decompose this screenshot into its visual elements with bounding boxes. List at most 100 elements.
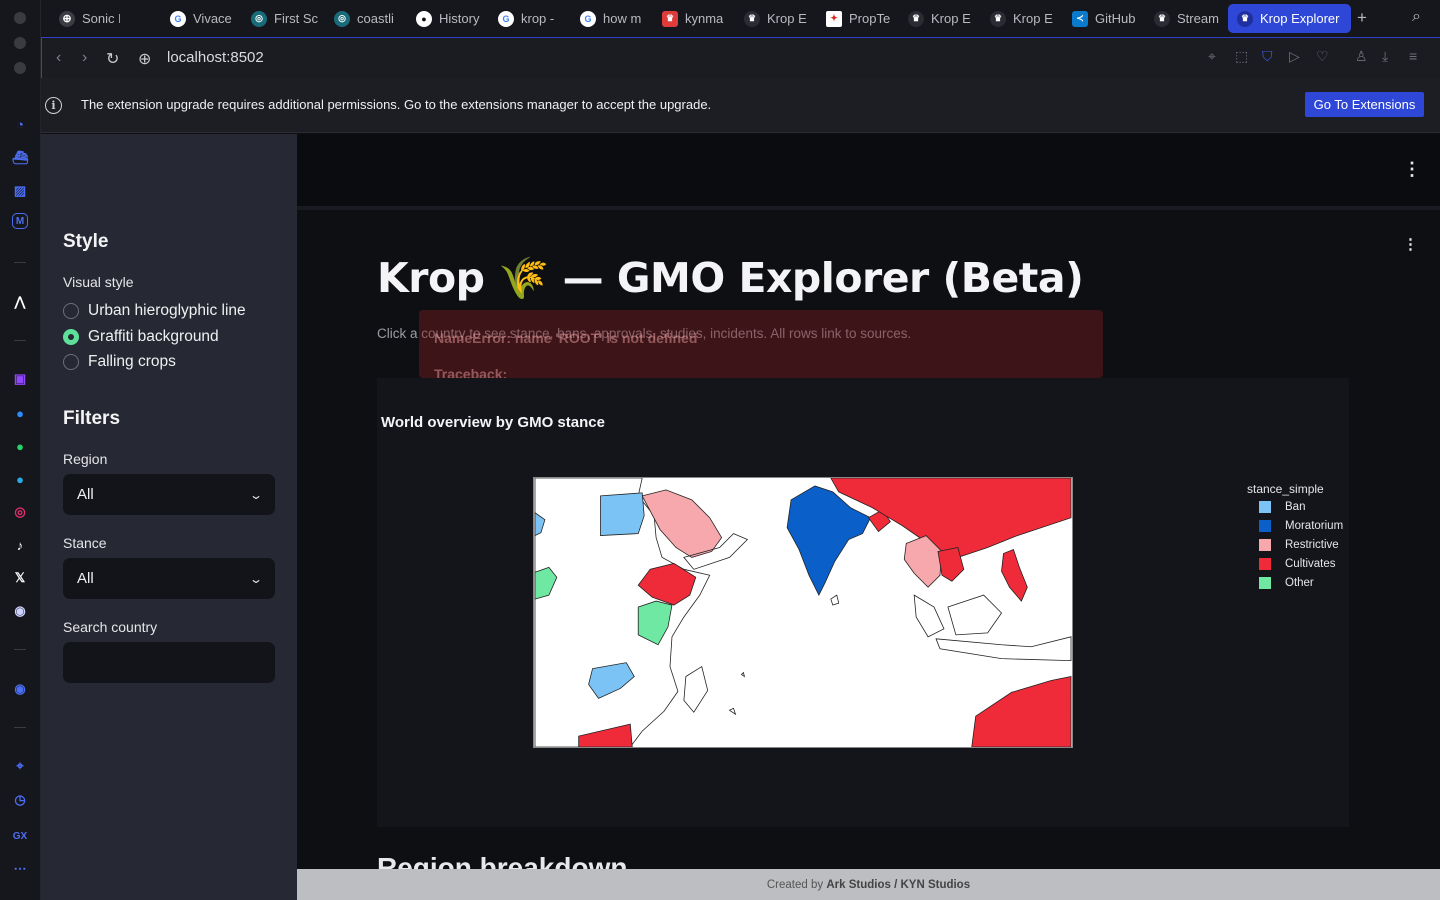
- radio-urban-hieroglyphic-line[interactable]: Urban hieroglyphic line: [63, 302, 246, 320]
- tab[interactable]: ◎ First Sc: [246, 4, 320, 33]
- download-icon[interactable]: ⤓: [1382, 48, 1388, 65]
- filters-heading: Filters: [63, 408, 121, 429]
- tab[interactable]: ♛ Stream: [1149, 4, 1220, 33]
- heart-icon[interactable]: ♡: [1316, 48, 1329, 65]
- search-country-input[interactable]: [63, 642, 275, 683]
- tab[interactable]: ⊕Sonic F: [54, 4, 120, 33]
- crown-icon: ♛: [1154, 10, 1170, 27]
- window-zoom-dot[interactable]: [14, 62, 26, 74]
- page-title: Krop 🌾 — GMO Explorer (Beta): [377, 254, 1084, 302]
- twitch-icon[interactable]: ▣: [9, 368, 31, 390]
- tab[interactable]: Gkrop -: [493, 4, 562, 33]
- window-minimize-dot[interactable]: [14, 37, 26, 49]
- window-icon[interactable]: ▨: [9, 180, 31, 202]
- legend-item-restrictive[interactable]: Restrictive: [1259, 539, 1339, 551]
- forward-icon[interactable]: ›: [82, 49, 87, 67]
- legend-item-moratorium[interactable]: Moratorium: [1259, 520, 1343, 532]
- tab[interactable]: ♛ kynma: [657, 4, 727, 33]
- tab[interactable]: ◎ coastli: [329, 4, 402, 33]
- app-header: ⋮: [297, 134, 1440, 210]
- discord-icon[interactable]: ◉: [9, 600, 31, 622]
- legend-swatch: [1259, 577, 1271, 589]
- instagram-icon[interactable]: ◎: [9, 501, 31, 523]
- visual-style-label: Visual style: [63, 274, 134, 290]
- tab[interactable]: G Vivace: [165, 4, 241, 33]
- tab[interactable]: ♛ Krop E: [985, 4, 1056, 33]
- country-ban-egypt[interactable]: [600, 492, 645, 536]
- radio-graffiti-background[interactable]: Graffiti background: [63, 328, 219, 346]
- legend-title: stance_simple: [1247, 482, 1324, 496]
- legend-swatch: [1259, 520, 1271, 532]
- gx-icon[interactable]: GX: [9, 825, 31, 847]
- profile-icon[interactable]: ♙: [1355, 48, 1368, 65]
- send-icon[interactable]: ▷: [1289, 48, 1300, 65]
- element-menu-icon[interactable]: ⋮: [1403, 237, 1418, 252]
- crown-icon: ♛: [908, 10, 924, 27]
- go-to-extensions-button[interactable]: Go To Extensions: [1305, 92, 1424, 117]
- region-select[interactable]: All ⌄: [63, 474, 275, 515]
- main-menu-icon[interactable]: ⋮: [1403, 160, 1421, 178]
- footer-credit: Ark Studios / KYN Studios: [826, 878, 971, 891]
- main-content: ⋮ ⋮ Krop 🌾 — GMO Explorer (Beta) Click a…: [297, 134, 1440, 900]
- window-close-dot[interactable]: [14, 12, 26, 24]
- crown-icon: ♛: [1237, 10, 1253, 27]
- snapshot-icon[interactable]: ⬚: [1235, 48, 1248, 65]
- radio-circle-selected[interactable]: [63, 329, 79, 345]
- bookmark-pin-icon[interactable]: ⌖: [1208, 48, 1216, 65]
- messenger-icon[interactable]: ●: [9, 402, 31, 424]
- pin-icon[interactable]: ⌖: [9, 755, 31, 777]
- tab[interactable]: ♛ Krop E: [903, 4, 974, 33]
- strip-divider: [14, 340, 26, 341]
- info-message: The extension upgrade requires additiona…: [81, 97, 712, 112]
- speed-dial-icon[interactable]: ◔: [9, 113, 31, 135]
- tab[interactable]: ✦ PropTe: [821, 4, 892, 33]
- shield-icon[interactable]: ⛉: [1262, 48, 1273, 65]
- ship-icon[interactable]: ⛴: [9, 147, 31, 169]
- more-icon[interactable]: ⋯: [9, 858, 31, 880]
- legend-swatch: [1259, 539, 1271, 551]
- footer: Created by Ark Studios / KYN Studios: [297, 869, 1440, 900]
- mail-m-icon[interactable]: M: [12, 213, 28, 229]
- tiktok-icon[interactable]: ♪: [9, 534, 31, 556]
- maple-leaf-icon: ✦: [826, 10, 842, 27]
- circle-app-icon: ◎: [334, 10, 350, 27]
- radio-falling-crops[interactable]: Falling crops: [63, 353, 176, 371]
- circle-app-icon: ◎: [251, 10, 267, 27]
- player-icon[interactable]: ◉: [9, 678, 31, 700]
- radio-circle[interactable]: [63, 303, 79, 319]
- tab[interactable]: ♛ Krop E: [739, 4, 809, 33]
- aria-icon[interactable]: ⋀: [9, 291, 31, 313]
- github-icon: ●: [416, 10, 432, 27]
- url-field[interactable]: localhost:8502: [167, 49, 264, 66]
- reload-icon[interactable]: ↻: [106, 49, 119, 69]
- x-icon[interactable]: 𝕏: [9, 567, 31, 589]
- browser-sidebar-strip: ◔ ⛴ ▨ M ⋀ ▣ ● ● ● ◎ ♪ 𝕏 ◉ ◉ ⌖ ◷ GX ⋯: [0, 0, 41, 900]
- tab[interactable]: ≺ GitHub: [1067, 4, 1138, 33]
- strip-divider: [14, 262, 26, 263]
- whatsapp-icon[interactable]: ●: [9, 435, 31, 457]
- legend-item-other[interactable]: Other: [1259, 577, 1314, 589]
- legend-swatch: [1259, 501, 1271, 513]
- chevron-down-icon: ⌄: [248, 571, 264, 586]
- address-bar: ‹ › ↻ ⊕ localhost:8502 ⌖ ⬚ ⛉ ▷ ♡ ♙ ⤓ ≡: [41, 37, 1440, 78]
- error-box: NameError: name 'ROOT' is not defined Tr…: [419, 310, 1103, 378]
- easy-setup-icon[interactable]: ≡: [1409, 48, 1417, 64]
- site-info-globe-icon[interactable]: ⊕: [138, 49, 151, 69]
- crown-icon: ♛: [744, 10, 760, 27]
- tab[interactable]: ● History: [411, 4, 483, 33]
- tab-search-icon[interactable]: ⌕: [1412, 8, 1421, 26]
- google-icon: G: [498, 10, 514, 27]
- tab-active[interactable]: ♛ Krop Explorer: [1228, 4, 1351, 33]
- legend-item-cultivates[interactable]: Cultivates: [1259, 558, 1336, 570]
- chart-title: World overview by GMO stance: [381, 414, 605, 431]
- stance-select[interactable]: All ⌄: [63, 558, 275, 599]
- radio-circle[interactable]: [63, 354, 79, 370]
- new-tab-button[interactable]: +: [1357, 8, 1367, 28]
- back-icon[interactable]: ‹: [56, 49, 61, 67]
- choropleth-map[interactable]: [533, 477, 1073, 748]
- history-clock-icon[interactable]: ◷: [9, 789, 31, 811]
- legend-item-ban[interactable]: Ban: [1259, 501, 1305, 513]
- strip-divider: [14, 727, 26, 728]
- tab[interactable]: Ghow m: [575, 4, 645, 33]
- telegram-icon[interactable]: ●: [9, 468, 31, 490]
